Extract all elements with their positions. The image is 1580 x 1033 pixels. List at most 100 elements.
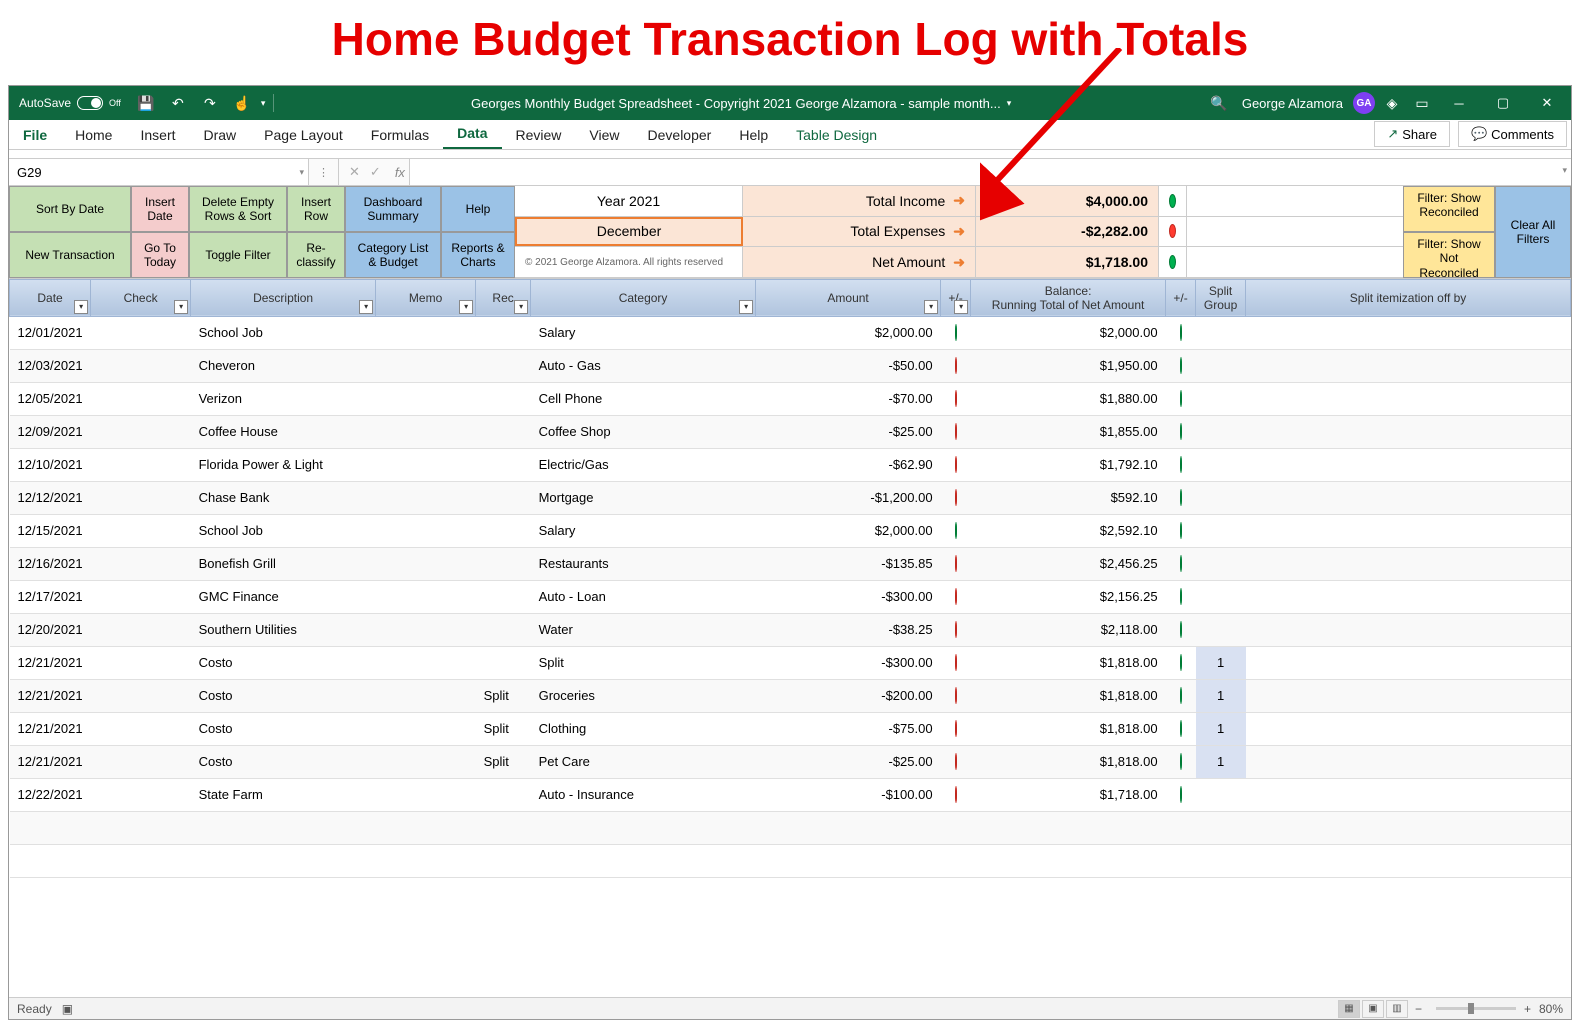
cell-amount[interactable]: -$200.00 <box>756 679 941 712</box>
undo-icon[interactable]: ↶ <box>165 90 191 116</box>
cell-desc[interactable]: GMC Finance <box>191 580 376 613</box>
cell-desc[interactable]: Southern Utilities <box>191 613 376 646</box>
cell-desc[interactable]: Coffee House <box>191 415 376 448</box>
help-button[interactable]: Help <box>441 186 515 232</box>
cell-category[interactable]: Groceries <box>531 679 756 712</box>
cell-date[interactable]: 12/09/2021 <box>10 415 91 448</box>
cell-rec[interactable] <box>476 316 531 349</box>
cell-category[interactable]: Auto - Loan <box>531 580 756 613</box>
table-row[interactable] <box>10 844 1571 877</box>
filter-icon[interactable]: ▾ <box>174 300 188 314</box>
cell-rec[interactable] <box>476 580 531 613</box>
cell-memo[interactable] <box>376 580 476 613</box>
touch-icon[interactable]: ☝ <box>229 90 255 116</box>
cell-desc[interactable]: School Job <box>191 514 376 547</box>
cell-balance[interactable]: $1,818.00 <box>971 646 1166 679</box>
cell-amount[interactable]: -$25.00 <box>756 415 941 448</box>
cell-desc[interactable]: Costo <box>191 679 376 712</box>
category-list-button[interactable]: Category List & Budget <box>345 232 441 278</box>
normal-view-icon[interactable]: ▦ <box>1338 1000 1360 1018</box>
cell-amount[interactable]: -$300.00 <box>756 646 941 679</box>
tab-file[interactable]: File <box>9 121 61 149</box>
cell-rec[interactable]: Split <box>476 712 531 745</box>
tab-table-design[interactable]: Table Design <box>782 121 891 149</box>
cell-split-group[interactable] <box>1196 316 1246 349</box>
cell-split-item[interactable] <box>1246 613 1571 646</box>
cell-split-item[interactable] <box>1246 415 1571 448</box>
cell-balance[interactable]: $2,592.10 <box>971 514 1166 547</box>
cell-category[interactable]: Coffee Shop <box>531 415 756 448</box>
cell-amount[interactable]: -$25.00 <box>756 745 941 778</box>
redo-icon[interactable]: ↷ <box>197 90 223 116</box>
name-box[interactable]: G29▾ <box>9 159 309 185</box>
cell-date[interactable]: 12/16/2021 <box>10 547 91 580</box>
cell-memo[interactable] <box>376 613 476 646</box>
ribbon-options-icon[interactable]: ▭ <box>1409 90 1435 116</box>
cell-balance[interactable]: $2,000.00 <box>971 316 1166 349</box>
cell-desc[interactable]: State Farm <box>191 778 376 811</box>
macro-recorder-icon[interactable]: ▣ <box>62 1002 73 1016</box>
cell-memo[interactable] <box>376 712 476 745</box>
cell-date[interactable]: 12/05/2021 <box>10 382 91 415</box>
cell-memo[interactable] <box>376 316 476 349</box>
table-row[interactable]: 12/21/2021CostoSplitGroceries-$200.00$1,… <box>10 679 1571 712</box>
cell-split-group[interactable] <box>1196 481 1246 514</box>
cell-check[interactable] <box>91 679 191 712</box>
clear-filters-button[interactable]: Clear All Filters <box>1495 186 1571 278</box>
delete-empty-button[interactable]: Delete Empty Rows & Sort <box>189 186 287 232</box>
cell-amount[interactable]: -$62.90 <box>756 448 941 481</box>
cell-split-item[interactable] <box>1246 646 1571 679</box>
cell-amount[interactable]: $2,000.00 <box>756 514 941 547</box>
cell-split-group[interactable] <box>1196 613 1246 646</box>
filter-icon[interactable]: ▾ <box>954 300 968 314</box>
cell-memo[interactable] <box>376 382 476 415</box>
table-row[interactable]: 12/09/2021 Coffee House Coffee Shop-$25.00… <box>10 415 1571 448</box>
cell-amount[interactable]: -$50.00 <box>756 349 941 382</box>
cell-memo[interactable] <box>376 415 476 448</box>
cell-amount[interactable]: -$70.00 <box>756 382 941 415</box>
cell-memo[interactable] <box>376 481 476 514</box>
cell-memo[interactable] <box>376 679 476 712</box>
cell-rec[interactable] <box>476 547 531 580</box>
cell-split-item[interactable] <box>1246 514 1571 547</box>
filter-icon[interactable]: ▾ <box>459 300 473 314</box>
cell-rec[interactable] <box>476 382 531 415</box>
cell-split-group[interactable] <box>1196 778 1246 811</box>
cell-check[interactable] <box>91 712 191 745</box>
cell-desc[interactable]: Costo <box>191 646 376 679</box>
tab-review[interactable]: Review <box>502 121 576 149</box>
share-button[interactable]: ↗Share <box>1374 121 1450 147</box>
cell-balance[interactable]: $2,156.25 <box>971 580 1166 613</box>
filter-icon[interactable]: ▾ <box>74 300 88 314</box>
dashboard-button[interactable]: Dashboard Summary <box>345 186 441 232</box>
tab-draw[interactable]: Draw <box>190 121 251 149</box>
cell-date[interactable]: 12/22/2021 <box>10 778 91 811</box>
filter-not-reconciled-button[interactable]: Filter: Show Not Reconciled <box>1403 232 1495 278</box>
cell-balance[interactable]: $592.10 <box>971 481 1166 514</box>
cell-desc[interactable]: Costo <box>191 745 376 778</box>
cell-split-item[interactable] <box>1246 679 1571 712</box>
cell-rec[interactable] <box>476 481 531 514</box>
cell-split-item[interactable] <box>1246 349 1571 382</box>
cell-date[interactable]: 12/21/2021 <box>10 712 91 745</box>
save-icon[interactable]: 💾 <box>133 90 159 116</box>
close-icon[interactable]: ✕ <box>1527 86 1567 120</box>
table-row[interactable]: 12/16/2021Bonefish GrillRestaurants-$135… <box>10 547 1571 580</box>
cell-rec[interactable] <box>476 349 531 382</box>
cell-date[interactable]: 12/17/2021 <box>10 580 91 613</box>
cell-split-item[interactable] <box>1246 745 1571 778</box>
cell-date[interactable]: 12/12/2021 <box>10 481 91 514</box>
cell-rec[interactable] <box>476 415 531 448</box>
cell-amount[interactable]: -$1,200.00 <box>756 481 941 514</box>
cell-category[interactable]: Auto - Gas <box>531 349 756 382</box>
cell-split-group[interactable]: 1 <box>1196 745 1246 778</box>
cell-amount[interactable]: -$75.00 <box>756 712 941 745</box>
cell-date[interactable]: 12/10/2021 <box>10 448 91 481</box>
title-dropdown[interactable]: ▾ <box>1007 98 1012 109</box>
cell-split-item[interactable] <box>1246 580 1571 613</box>
cell-check[interactable] <box>91 448 191 481</box>
cell-split-group[interactable] <box>1196 349 1246 382</box>
cell-desc[interactable]: Verizon <box>191 382 376 415</box>
cell-rec[interactable] <box>476 778 531 811</box>
cell-date[interactable]: 12/01/2021 <box>10 316 91 349</box>
